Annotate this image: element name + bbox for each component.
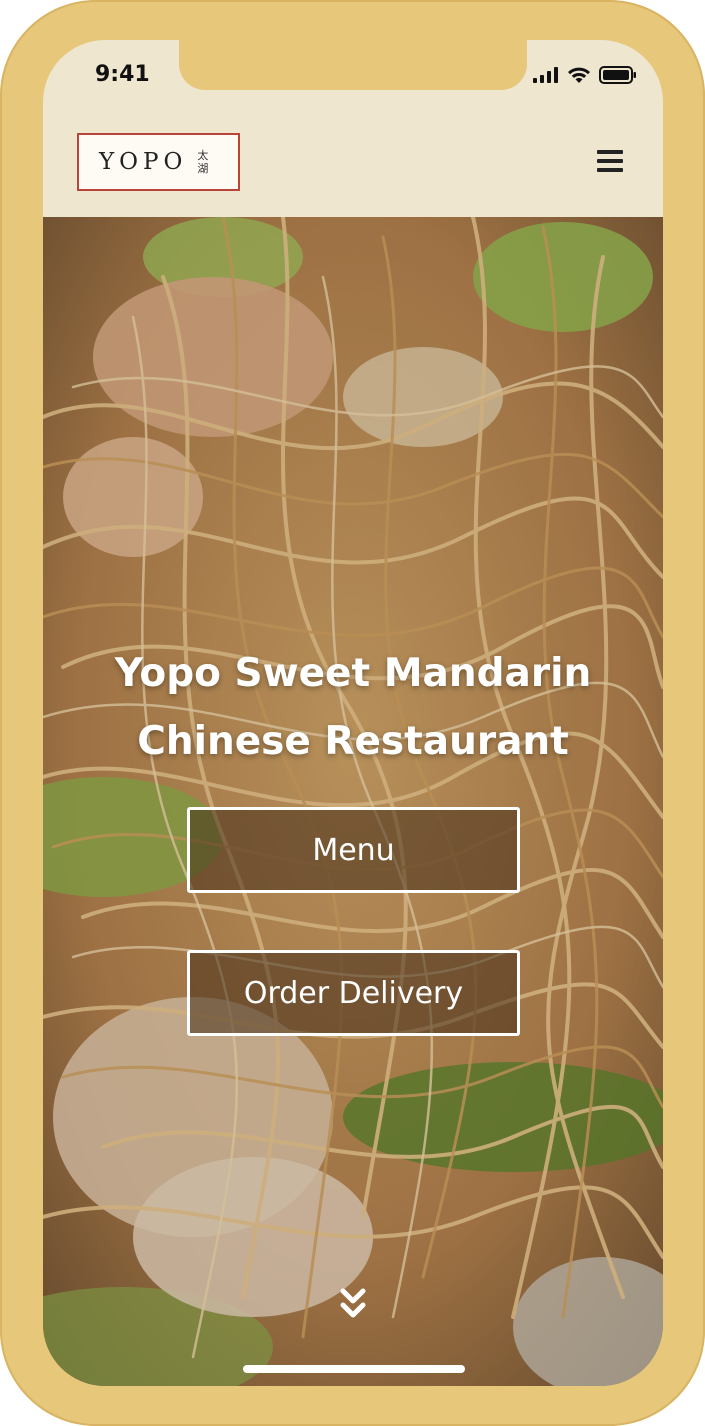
hero-title: Yopo Sweet Mandarin Chinese Restaurant [114, 651, 592, 764]
status-time: 9:41 [95, 62, 150, 87]
wifi-icon [568, 67, 590, 83]
hero-overlay [43, 217, 663, 1386]
home-indicator[interactable] [243, 1365, 465, 1373]
site-logo[interactable]: YOPO 太湖 [77, 133, 240, 191]
menu-button[interactable]: Menu [187, 807, 520, 893]
hamburger-menu-icon[interactable] [597, 150, 623, 172]
phone-frame: 9:41 YOPO 太湖 Yopo Sweet Mandarin Chinese… [0, 0, 705, 1426]
logo-wordmark: YOPO [99, 149, 188, 175]
site-header: YOPO 太湖 [43, 110, 663, 217]
status-bar: 9:41 [43, 40, 663, 110]
double-chevron-down-icon[interactable] [339, 1287, 367, 1323]
status-icons [533, 65, 637, 85]
hero-section: Yopo Sweet Mandarin Chinese Restaurant M… [43, 217, 663, 1386]
phone-screen: 9:41 YOPO 太湖 Yopo Sweet Mandarin Chinese… [43, 40, 663, 1386]
cellular-signal-icon [533, 67, 558, 83]
notch [179, 40, 527, 90]
logo-chinese-characters: 太湖 [197, 149, 209, 175]
battery-icon [599, 66, 636, 84]
order-delivery-button[interactable]: Order Delivery [187, 950, 520, 1036]
